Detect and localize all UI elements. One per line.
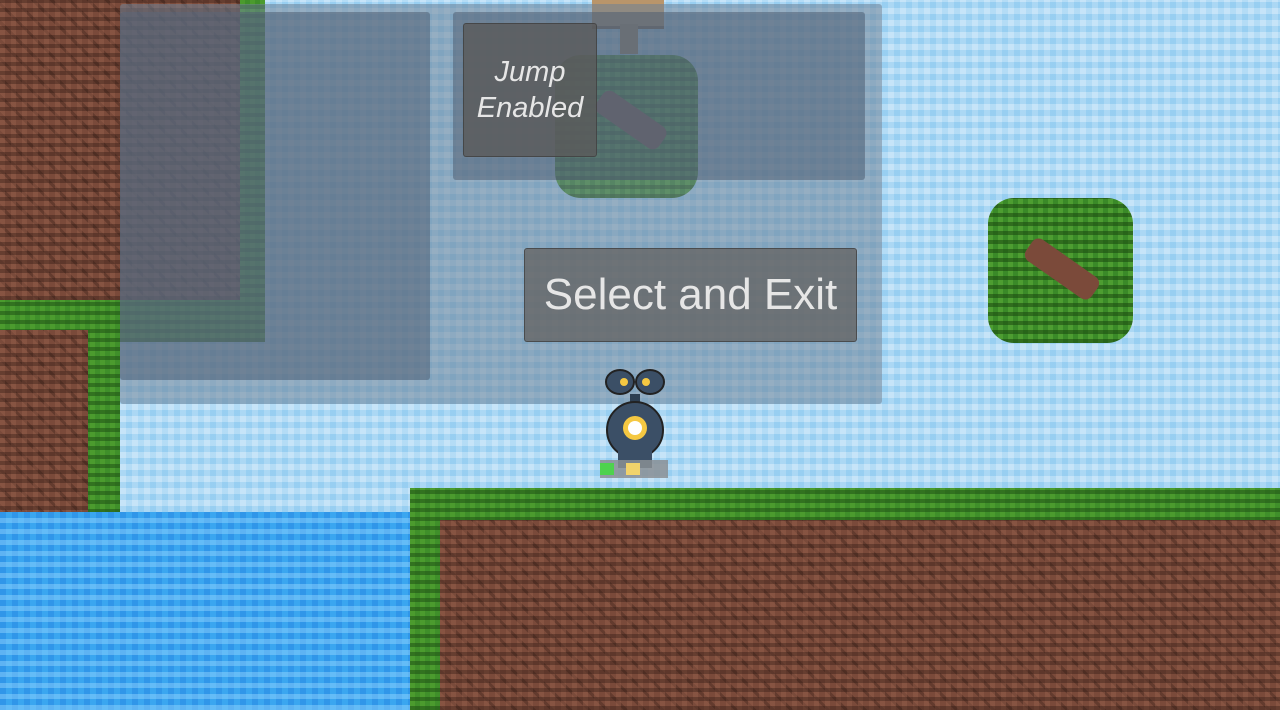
robot-player-icon <box>600 368 670 488</box>
bush-tile-right <box>988 198 1133 343</box>
select-and-exit-button[interactable]: Select and Exit <box>524 248 857 342</box>
ground-dirt <box>440 520 1280 710</box>
menu-left-subpanel <box>120 12 430 380</box>
jump-enabled-toggle[interactable]: Jump Enabled <box>463 23 597 157</box>
bush-branch <box>1021 235 1103 303</box>
water-pool <box>0 512 412 710</box>
game-scene: Jump Enabled Select and Exit <box>0 0 1280 710</box>
